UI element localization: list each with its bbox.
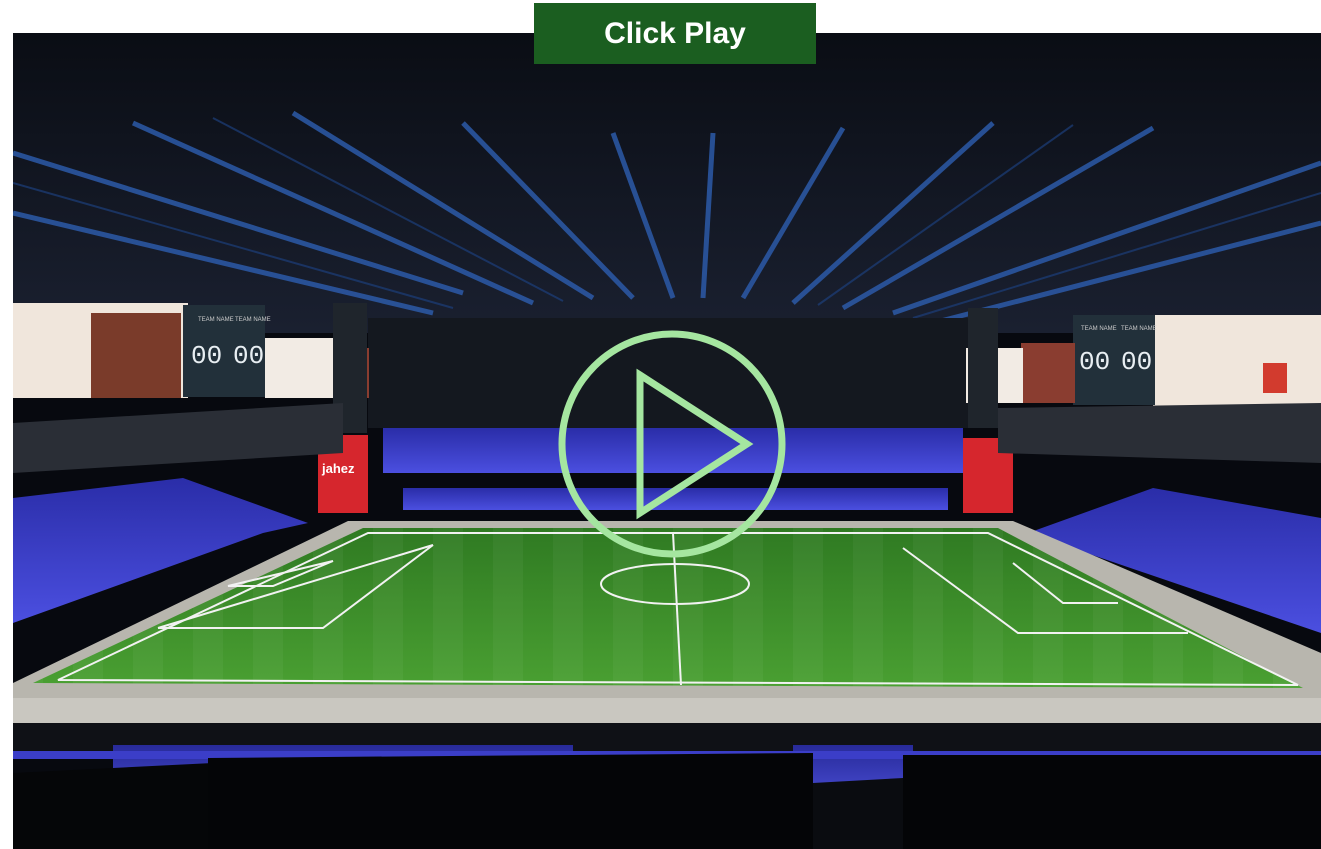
left-home-label: TEAM NAME bbox=[198, 317, 234, 323]
right-away-score: 00 bbox=[1121, 347, 1152, 377]
play-button[interactable] bbox=[555, 327, 789, 561]
right-home-score: 00 bbox=[1079, 347, 1110, 377]
left-home-score: 00 bbox=[191, 341, 222, 371]
click-play-banner[interactable]: Click Play bbox=[534, 3, 816, 64]
left-video-screen bbox=[91, 313, 181, 398]
left-away-score: 00 bbox=[233, 341, 264, 371]
right-map-screen bbox=[1153, 315, 1321, 411]
left-sponsor-text: jahez bbox=[321, 461, 355, 476]
right-home-label: TEAM NAME bbox=[1081, 326, 1117, 332]
right-away-label: TEAM NAME bbox=[1121, 326, 1157, 332]
left-away-label: TEAM NAME bbox=[235, 317, 271, 323]
click-play-label: Click Play bbox=[604, 16, 746, 50]
play-icon bbox=[558, 330, 786, 558]
